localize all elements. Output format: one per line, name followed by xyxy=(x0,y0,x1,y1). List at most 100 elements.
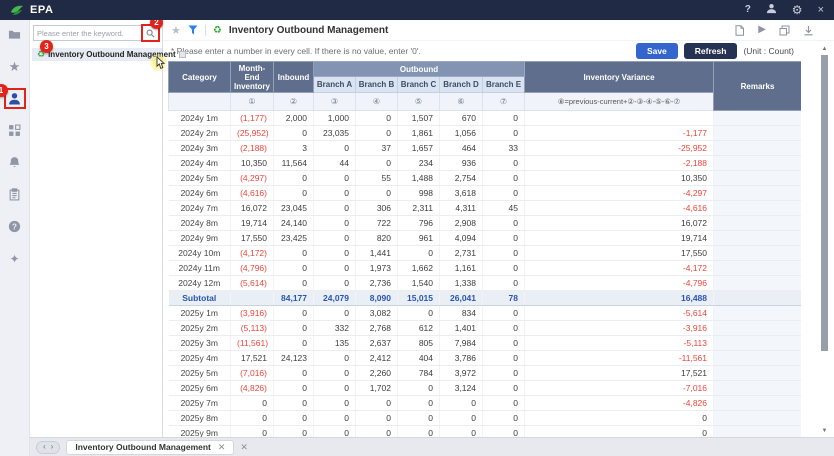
value-cell[interactable]: 2,412 xyxy=(356,351,398,366)
value-cell[interactable]: 722 xyxy=(356,216,398,231)
value-cell[interactable]: 0 xyxy=(483,261,525,276)
value-cell[interactable]: (11,561) xyxy=(231,336,274,351)
refresh-button[interactable]: Refresh xyxy=(684,43,738,59)
value-cell[interactable]: 0 xyxy=(398,306,440,321)
value-cell[interactable]: 3,972 xyxy=(440,366,483,381)
value-cell[interactable]: 17,550 xyxy=(231,231,274,246)
value-cell[interactable]: 0 xyxy=(440,411,483,426)
value-cell[interactable]: 0 xyxy=(483,351,525,366)
value-cell[interactable]: 3,618 xyxy=(440,186,483,201)
value-cell[interactable]: 17,550 xyxy=(525,246,714,261)
value-cell[interactable]: (3,916) xyxy=(231,306,274,321)
value-cell[interactable]: 0 xyxy=(483,156,525,171)
value-cell[interactable]: (4,172) xyxy=(231,246,274,261)
value-cell[interactable]: 0 xyxy=(314,201,356,216)
value-cell[interactable]: 0 xyxy=(274,426,314,438)
value-cell[interactable]: 2,000 xyxy=(274,111,314,126)
value-cell[interactable]: 0 xyxy=(314,186,356,201)
value-cell[interactable]: -4,297 xyxy=(525,186,714,201)
value-cell[interactable]: -4,796 xyxy=(525,276,714,291)
value-cell[interactable]: -4,616 xyxy=(525,201,714,216)
value-cell[interactable]: 0 xyxy=(274,321,314,336)
value-cell[interactable]: 2,754 xyxy=(440,171,483,186)
value-cell[interactable]: 0 xyxy=(314,381,356,396)
value-cell[interactable]: 0 xyxy=(314,141,356,156)
value-cell[interactable]: 2,260 xyxy=(356,366,398,381)
value-cell[interactable]: 23,425 xyxy=(274,231,314,246)
value-cell[interactable]: 3,124 xyxy=(440,381,483,396)
value-cell[interactable]: 0 xyxy=(314,366,356,381)
value-cell[interactable]: 404 xyxy=(398,351,440,366)
value-cell[interactable]: 7,984 xyxy=(440,336,483,351)
value-cell[interactable]: (4,616) xyxy=(231,186,274,201)
value-cell[interactable]: 0 xyxy=(483,171,525,186)
value-cell[interactable]: 0 xyxy=(483,336,525,351)
value-cell[interactable]: 0 xyxy=(231,396,274,411)
value-cell[interactable]: 0 xyxy=(440,396,483,411)
value-cell[interactable]: 0 xyxy=(314,216,356,231)
value-cell[interactable]: 11,564 xyxy=(274,156,314,171)
value-cell[interactable]: 2,908 xyxy=(440,216,483,231)
value-cell[interactable]: 796 xyxy=(398,216,440,231)
document-icon[interactable] xyxy=(734,25,745,36)
user-icon[interactable]: 1 xyxy=(8,92,22,105)
value-cell[interactable]: 998 xyxy=(398,186,440,201)
value-cell[interactable]: 0 xyxy=(274,261,314,276)
value-cell[interactable]: (5,113) xyxy=(231,321,274,336)
value-cell[interactable]: -5,614 xyxy=(525,306,714,321)
value-cell[interactable]: 1,973 xyxy=(356,261,398,276)
value-cell[interactable]: 135 xyxy=(314,336,356,351)
value-cell[interactable]: 0 xyxy=(483,126,525,141)
vertical-scrollbar[interactable]: ▲ ▼ xyxy=(820,46,829,434)
apps-icon[interactable] xyxy=(8,124,22,137)
value-cell[interactable]: 1,441 xyxy=(356,246,398,261)
value-cell[interactable]: 23,035 xyxy=(314,126,356,141)
value-cell[interactable]: 0 xyxy=(274,246,314,261)
star-icon[interactable]: ★ xyxy=(8,60,22,73)
save-button[interactable]: Save xyxy=(636,43,678,59)
value-cell[interactable]: 0 xyxy=(356,396,398,411)
value-cell[interactable]: (4,826) xyxy=(231,381,274,396)
value-cell[interactable]: 1,338 xyxy=(440,276,483,291)
value-cell[interactable]: 0 xyxy=(483,321,525,336)
value-cell[interactable]: 45 xyxy=(483,201,525,216)
value-cell[interactable]: 0 xyxy=(483,306,525,321)
close-icon[interactable]: × xyxy=(818,5,824,15)
value-cell[interactable]: 0 xyxy=(231,411,274,426)
value-cell[interactable]: 0 xyxy=(440,426,483,438)
value-cell[interactable]: 961 xyxy=(398,231,440,246)
value-cell[interactable]: 2,768 xyxy=(356,321,398,336)
value-cell[interactable]: 0 xyxy=(314,426,356,438)
value-cell[interactable]: -2,188 xyxy=(525,156,714,171)
value-cell[interactable]: 612 xyxy=(398,321,440,336)
value-cell[interactable]: 0 xyxy=(398,396,440,411)
value-cell[interactable]: 0 xyxy=(274,186,314,201)
value-cell[interactable]: 0 xyxy=(314,276,356,291)
value-cell[interactable]: 1,161 xyxy=(440,261,483,276)
folder-icon[interactable] xyxy=(8,28,22,41)
value-cell[interactable]: 0 xyxy=(274,381,314,396)
value-cell[interactable]: 820 xyxy=(356,231,398,246)
value-cell[interactable]: 4,311 xyxy=(440,201,483,216)
value-cell[interactable]: 0 xyxy=(274,396,314,411)
value-cell[interactable]: 1,657 xyxy=(398,141,440,156)
value-cell[interactable]: 24,123 xyxy=(274,351,314,366)
value-cell[interactable]: 1,488 xyxy=(398,171,440,186)
value-cell[interactable]: -7,016 xyxy=(525,381,714,396)
download-icon[interactable] xyxy=(803,25,814,36)
value-cell[interactable]: 0 xyxy=(525,426,714,438)
value-cell[interactable]: 0 xyxy=(314,351,356,366)
value-cell[interactable]: 0 xyxy=(483,426,525,438)
close-all-tabs-icon[interactable]: ✕ xyxy=(240,443,248,452)
value-cell[interactable]: 2,311 xyxy=(398,201,440,216)
value-cell[interactable]: (4,297) xyxy=(231,171,274,186)
search-button[interactable]: 2 xyxy=(142,26,158,40)
value-cell[interactable]: 1,507 xyxy=(398,111,440,126)
value-cell[interactable]: -25,952 xyxy=(525,141,714,156)
value-cell[interactable] xyxy=(525,111,714,126)
value-cell[interactable]: 17,521 xyxy=(231,351,274,366)
value-cell[interactable]: 0 xyxy=(483,186,525,201)
value-cell[interactable]: 0 xyxy=(398,426,440,438)
value-cell[interactable]: 0 xyxy=(274,171,314,186)
value-cell[interactable]: 805 xyxy=(398,336,440,351)
